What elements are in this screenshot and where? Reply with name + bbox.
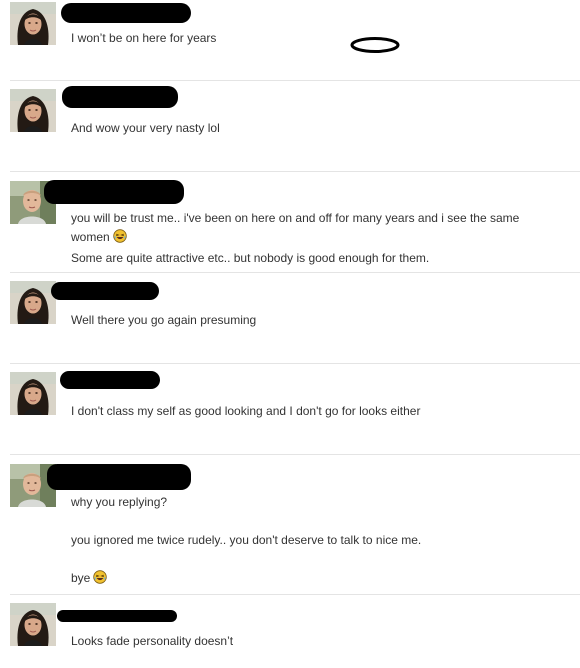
message-text: And wow your very nasty lol xyxy=(71,119,560,138)
laughing-face-icon xyxy=(93,570,107,590)
divider xyxy=(10,272,580,273)
ellipse-scribble xyxy=(350,37,400,53)
message-text: you will be trust me.. i've been on here… xyxy=(71,209,560,268)
divider xyxy=(10,454,580,455)
message-line: you ignored me twice rudely.. you don't … xyxy=(71,533,422,547)
sender-name-redacted[interactable] xyxy=(60,371,160,389)
message-line: I won’t be on here for years xyxy=(71,31,217,45)
message-text: Looks fade personality doesn’t xyxy=(71,632,560,651)
message-line: bye xyxy=(71,569,560,590)
message-line: Some are quite attractive etc.. but nobo… xyxy=(71,251,430,265)
message-text: Well there you go again presuming xyxy=(71,311,560,330)
message-text: I won’t be on here for years xyxy=(71,29,560,48)
avatar-her[interactable] xyxy=(10,281,56,324)
divider xyxy=(10,80,580,81)
message-line: I don't class my self as good looking an… xyxy=(71,404,421,418)
sender-name-redacted[interactable] xyxy=(47,464,191,490)
message-text: why you replying? you ignored me twice r… xyxy=(71,493,560,590)
sender-name-redacted[interactable] xyxy=(44,180,184,204)
avatar-her[interactable] xyxy=(10,603,56,646)
message-line: Looks fade personality doesn’t xyxy=(71,634,234,648)
divider xyxy=(10,363,580,364)
avatar-her[interactable] xyxy=(10,372,56,415)
message-text: I don't class my self as good looking an… xyxy=(71,402,560,421)
divider xyxy=(10,594,580,595)
sender-name-redacted[interactable] xyxy=(51,282,159,300)
sender-name-redacted[interactable] xyxy=(61,3,191,23)
divider xyxy=(10,171,580,172)
message-line: you will be trust me.. i've been on here… xyxy=(71,209,560,249)
avatar-her[interactable] xyxy=(10,2,56,45)
laughing-face-icon xyxy=(113,229,127,249)
message-line: Well there you go again presuming xyxy=(71,313,257,327)
message-line: why you replying? xyxy=(71,495,168,509)
avatar-her[interactable] xyxy=(10,89,56,132)
message-line: And wow your very nasty lol xyxy=(71,121,220,135)
sender-name-redacted[interactable] xyxy=(57,610,177,622)
sender-name-redacted[interactable] xyxy=(62,86,178,108)
